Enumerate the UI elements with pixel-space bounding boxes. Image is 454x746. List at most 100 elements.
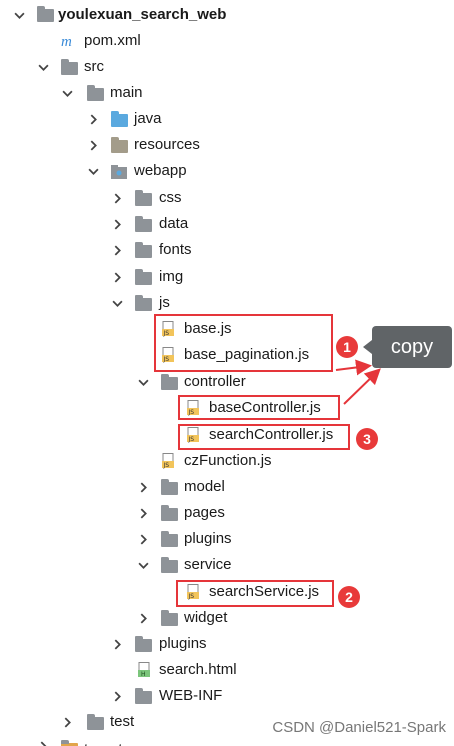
tree-label: pages <box>184 504 225 521</box>
tree-row-search-html[interactable]: H search.html <box>0 657 454 683</box>
tree-row-plugins-outer[interactable]: plugins <box>0 631 454 657</box>
tree-row-widget[interactable]: widget <box>0 605 454 631</box>
tree-row-css[interactable]: css <box>0 185 454 211</box>
chevron-right-icon[interactable] <box>110 637 124 651</box>
folder-icon <box>134 215 152 233</box>
chevron-down-icon[interactable] <box>110 296 124 310</box>
tree-label: target <box>84 737 122 746</box>
highlight-box-base-files <box>154 314 333 372</box>
tree-row-pages[interactable]: pages <box>0 500 454 526</box>
project-folder-icon <box>36 5 54 23</box>
folder-icon <box>60 739 78 746</box>
tree-label: pom.xml <box>84 32 141 49</box>
chevron-right-icon[interactable] <box>110 270 124 284</box>
tree-row-fonts[interactable]: fonts <box>0 237 454 263</box>
tree-label: czFunction.js <box>184 452 272 469</box>
svg-text:m: m <box>61 34 72 49</box>
tree-row-data[interactable]: data <box>0 211 454 237</box>
chevron-right-icon[interactable] <box>110 217 124 231</box>
folder-icon <box>134 687 152 705</box>
annotation-badge-2: 2 <box>338 586 360 608</box>
chevron-right-icon[interactable] <box>86 138 100 152</box>
chevron-down-icon[interactable] <box>136 375 150 389</box>
tree-label: resources <box>134 136 200 153</box>
chevron-right-icon[interactable] <box>36 739 50 746</box>
tree-row-czfunction-js[interactable]: JS czFunction.js <box>0 448 454 474</box>
chevron-right-icon[interactable] <box>136 611 150 625</box>
highlight-box-search-controller <box>178 424 350 450</box>
chevron-down-icon[interactable] <box>36 60 50 74</box>
annotation-badge-3: 3 <box>356 428 378 450</box>
folder-icon <box>160 504 178 522</box>
tree-row-src[interactable]: src <box>0 54 454 80</box>
svg-text:JS: JS <box>163 462 170 469</box>
folder-icon <box>134 635 152 653</box>
folder-icon <box>160 609 178 627</box>
tree-label: plugins <box>159 635 207 652</box>
html-file-icon: H <box>136 662 154 678</box>
highlight-box-search-service <box>176 580 334 607</box>
annotation-badge-1: 1 <box>336 336 358 358</box>
tree-label: fonts <box>159 241 192 258</box>
chevron-down-icon[interactable] <box>60 86 74 100</box>
project-name: youlexuan_search_web <box>58 6 227 23</box>
tree-row-web-inf[interactable]: WEB-INF <box>0 683 454 709</box>
tree-label: main <box>110 84 143 101</box>
folder-icon <box>160 478 178 496</box>
tree-row-resources[interactable]: resources <box>0 132 454 158</box>
tree-label: img <box>159 268 184 285</box>
tree-label: service <box>184 556 232 573</box>
tree-row-model[interactable]: model <box>0 474 454 500</box>
tree-row-java[interactable]: java <box>0 106 454 132</box>
tree-row-main[interactable]: main <box>0 80 454 106</box>
tree-label: model <box>184 478 225 495</box>
folder-icon <box>86 713 104 731</box>
tree-row-webapp[interactable]: webapp <box>0 158 454 184</box>
tree-row-target-partial[interactable]: target <box>0 735 454 746</box>
chevron-right-icon[interactable] <box>110 243 124 257</box>
tree-label: controller <box>184 373 246 390</box>
folder-icon <box>60 58 78 76</box>
folder-icon <box>134 294 152 312</box>
tree-row-controller[interactable]: controller <box>0 369 454 395</box>
chevron-right-icon[interactable] <box>136 506 150 520</box>
resources-folder-icon <box>110 136 128 154</box>
chevron-down-icon[interactable] <box>86 164 100 178</box>
chevron-right-icon[interactable] <box>136 480 150 494</box>
tree-label: js <box>159 294 170 311</box>
tree-row-service[interactable]: service <box>0 552 454 578</box>
folder-icon <box>160 530 178 548</box>
tree-label: test <box>110 713 135 730</box>
chevron-down-icon[interactable] <box>136 558 150 572</box>
chevron-right-icon[interactable] <box>110 191 124 205</box>
tree-row-pom[interactable]: m pom.xml <box>0 28 454 54</box>
copy-tooltip: copy <box>363 326 452 368</box>
chevron-right-icon[interactable] <box>136 532 150 546</box>
js-file-icon: JS <box>160 453 178 469</box>
folder-icon <box>134 189 152 207</box>
tree-label: search.html <box>159 661 237 678</box>
source-folder-icon <box>110 110 128 128</box>
tree-label: widget <box>184 609 228 626</box>
tree-label: plugins <box>184 530 232 547</box>
tree-label: webapp <box>134 162 187 179</box>
tree-row-project[interactable]: youlexuan_search_web <box>0 2 454 28</box>
chevron-right-icon[interactable] <box>86 112 100 126</box>
tree-label: data <box>159 215 189 232</box>
tree-row-js[interactable]: js <box>0 290 454 316</box>
chevron-right-icon[interactable] <box>110 689 124 703</box>
folder-icon <box>134 241 152 259</box>
tree-label: src <box>84 58 104 75</box>
chevron-down-icon[interactable] <box>12 8 26 22</box>
tree-label: css <box>159 189 182 206</box>
watermark: CSDN @Daniel521-Spark <box>272 719 446 736</box>
tree-row-plugins-inner[interactable]: plugins <box>0 526 454 552</box>
maven-icon: m <box>60 33 78 49</box>
folder-icon <box>134 268 152 286</box>
folder-icon <box>160 373 178 391</box>
folder-icon <box>86 84 104 102</box>
chevron-right-icon[interactable] <box>60 715 74 729</box>
tree-row-img[interactable]: img <box>0 264 454 290</box>
svg-text:H: H <box>141 671 146 678</box>
highlight-box-base-controller <box>178 395 340 420</box>
